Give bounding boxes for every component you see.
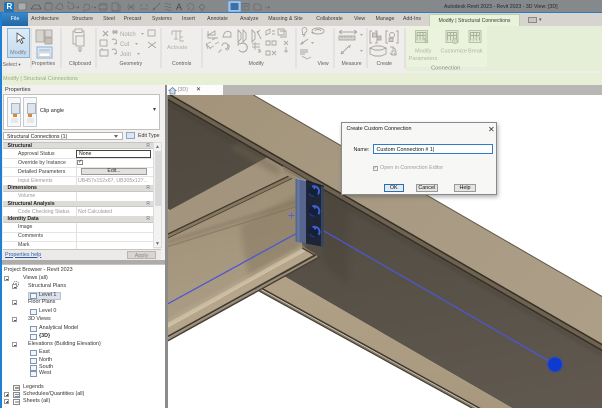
svg-text:Join: Join [120,52,131,58]
svg-text:Customize: Customize [441,49,467,55]
svg-text:Break: Break [468,49,483,55]
svg-text:Modify: Modify [415,49,432,55]
svg-text:A: A [176,2,182,12]
svg-text:Activate: Activate [167,45,188,51]
svg-text:Notch: Notch [120,32,136,38]
svg-text:Parameters: Parameters [409,56,438,62]
svg-text:Cut: Cut [120,42,130,48]
